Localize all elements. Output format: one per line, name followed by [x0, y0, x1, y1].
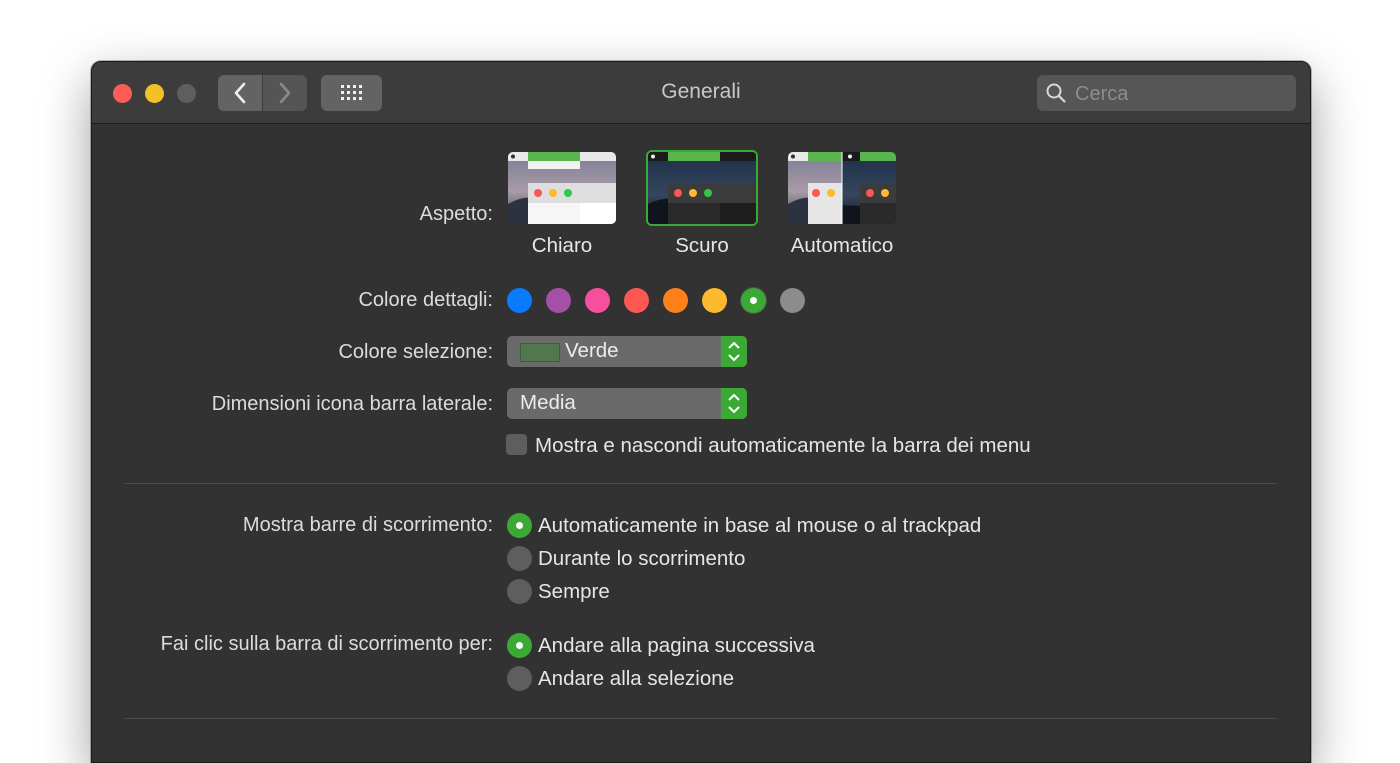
highlight-value: Verde	[565, 339, 619, 362]
click-jump-radio[interactable]	[507, 666, 532, 691]
accent-color-7[interactable]	[741, 288, 766, 313]
sidebar-icon-size-value: Media	[520, 391, 576, 414]
accent-color-6[interactable]	[702, 288, 727, 313]
appearance-label: Aspetto:	[419, 203, 493, 225]
appearance-dark-option[interactable]	[646, 150, 758, 226]
menubar-autohide-checkbox[interactable]	[506, 434, 527, 455]
accent-color-4[interactable]	[624, 288, 649, 313]
search-icon	[1046, 83, 1066, 103]
search-input[interactable]	[1073, 75, 1292, 113]
click-next-page-radio[interactable]	[507, 633, 532, 658]
sidebar-icon-size-popup[interactable]: Media	[507, 388, 747, 419]
click-jump-label: Andare alla selezione	[538, 667, 735, 690]
dark-appearance-preview	[648, 152, 756, 224]
popup-stepper-icon	[721, 388, 747, 419]
accent-color-label: Colore dettagli:	[358, 289, 493, 311]
scrollbars-scrolling-radio[interactable]	[507, 546, 532, 571]
auto-appearance-preview	[788, 152, 896, 224]
appearance-light-option[interactable]	[508, 152, 616, 224]
light-appearance-preview	[508, 152, 616, 224]
appearance-light-label: Chiaro	[531, 234, 593, 257]
accent-color-5[interactable]	[663, 288, 688, 313]
preferences-window: Generali Aspetto: Chiaro	[91, 61, 1311, 763]
popup-stepper-icon	[721, 336, 747, 367]
menubar-autohide-label: Mostra e nascondi automaticamente la bar…	[535, 434, 1031, 457]
highlight-color-popup[interactable]: Verde	[507, 336, 747, 367]
scrollbars-always-radio[interactable]	[507, 579, 532, 604]
accent-color-1[interactable]	[507, 288, 532, 313]
section-divider	[124, 483, 1277, 484]
click-scrollbar-label: Fai clic sulla barra di scorrimento per:	[160, 633, 493, 655]
accent-color-3[interactable]	[585, 288, 610, 313]
scrollbars-auto-label: Automaticamente in base al mouse o al tr…	[538, 514, 982, 537]
appearance-auto-option[interactable]	[788, 152, 896, 224]
highlight-swatch	[520, 343, 560, 362]
search-field[interactable]	[1037, 75, 1296, 113]
scrollbars-label: Mostra barre di scorrimento:	[242, 514, 493, 536]
appearance-auto-label: Automatico	[790, 234, 894, 257]
scrollbars-always-label: Sempre	[538, 580, 610, 603]
selected-indicator	[750, 297, 757, 304]
sidebar-icon-size-label: Dimensioni icona barra laterale:	[211, 393, 493, 415]
scrollbars-scrolling-label: Durante lo scorrimento	[538, 547, 746, 570]
appearance-dark-label: Scuro	[675, 234, 729, 257]
click-next-page-label: Andare alla pagina successiva	[538, 634, 815, 657]
highlight-color-label: Colore selezione:	[338, 341, 493, 363]
section-divider-bottom	[124, 718, 1277, 719]
title-bar: Generali	[92, 62, 1310, 124]
accent-color-8[interactable]	[780, 288, 805, 313]
scrollbars-auto-radio[interactable]	[507, 513, 532, 538]
accent-color-2[interactable]	[546, 288, 571, 313]
